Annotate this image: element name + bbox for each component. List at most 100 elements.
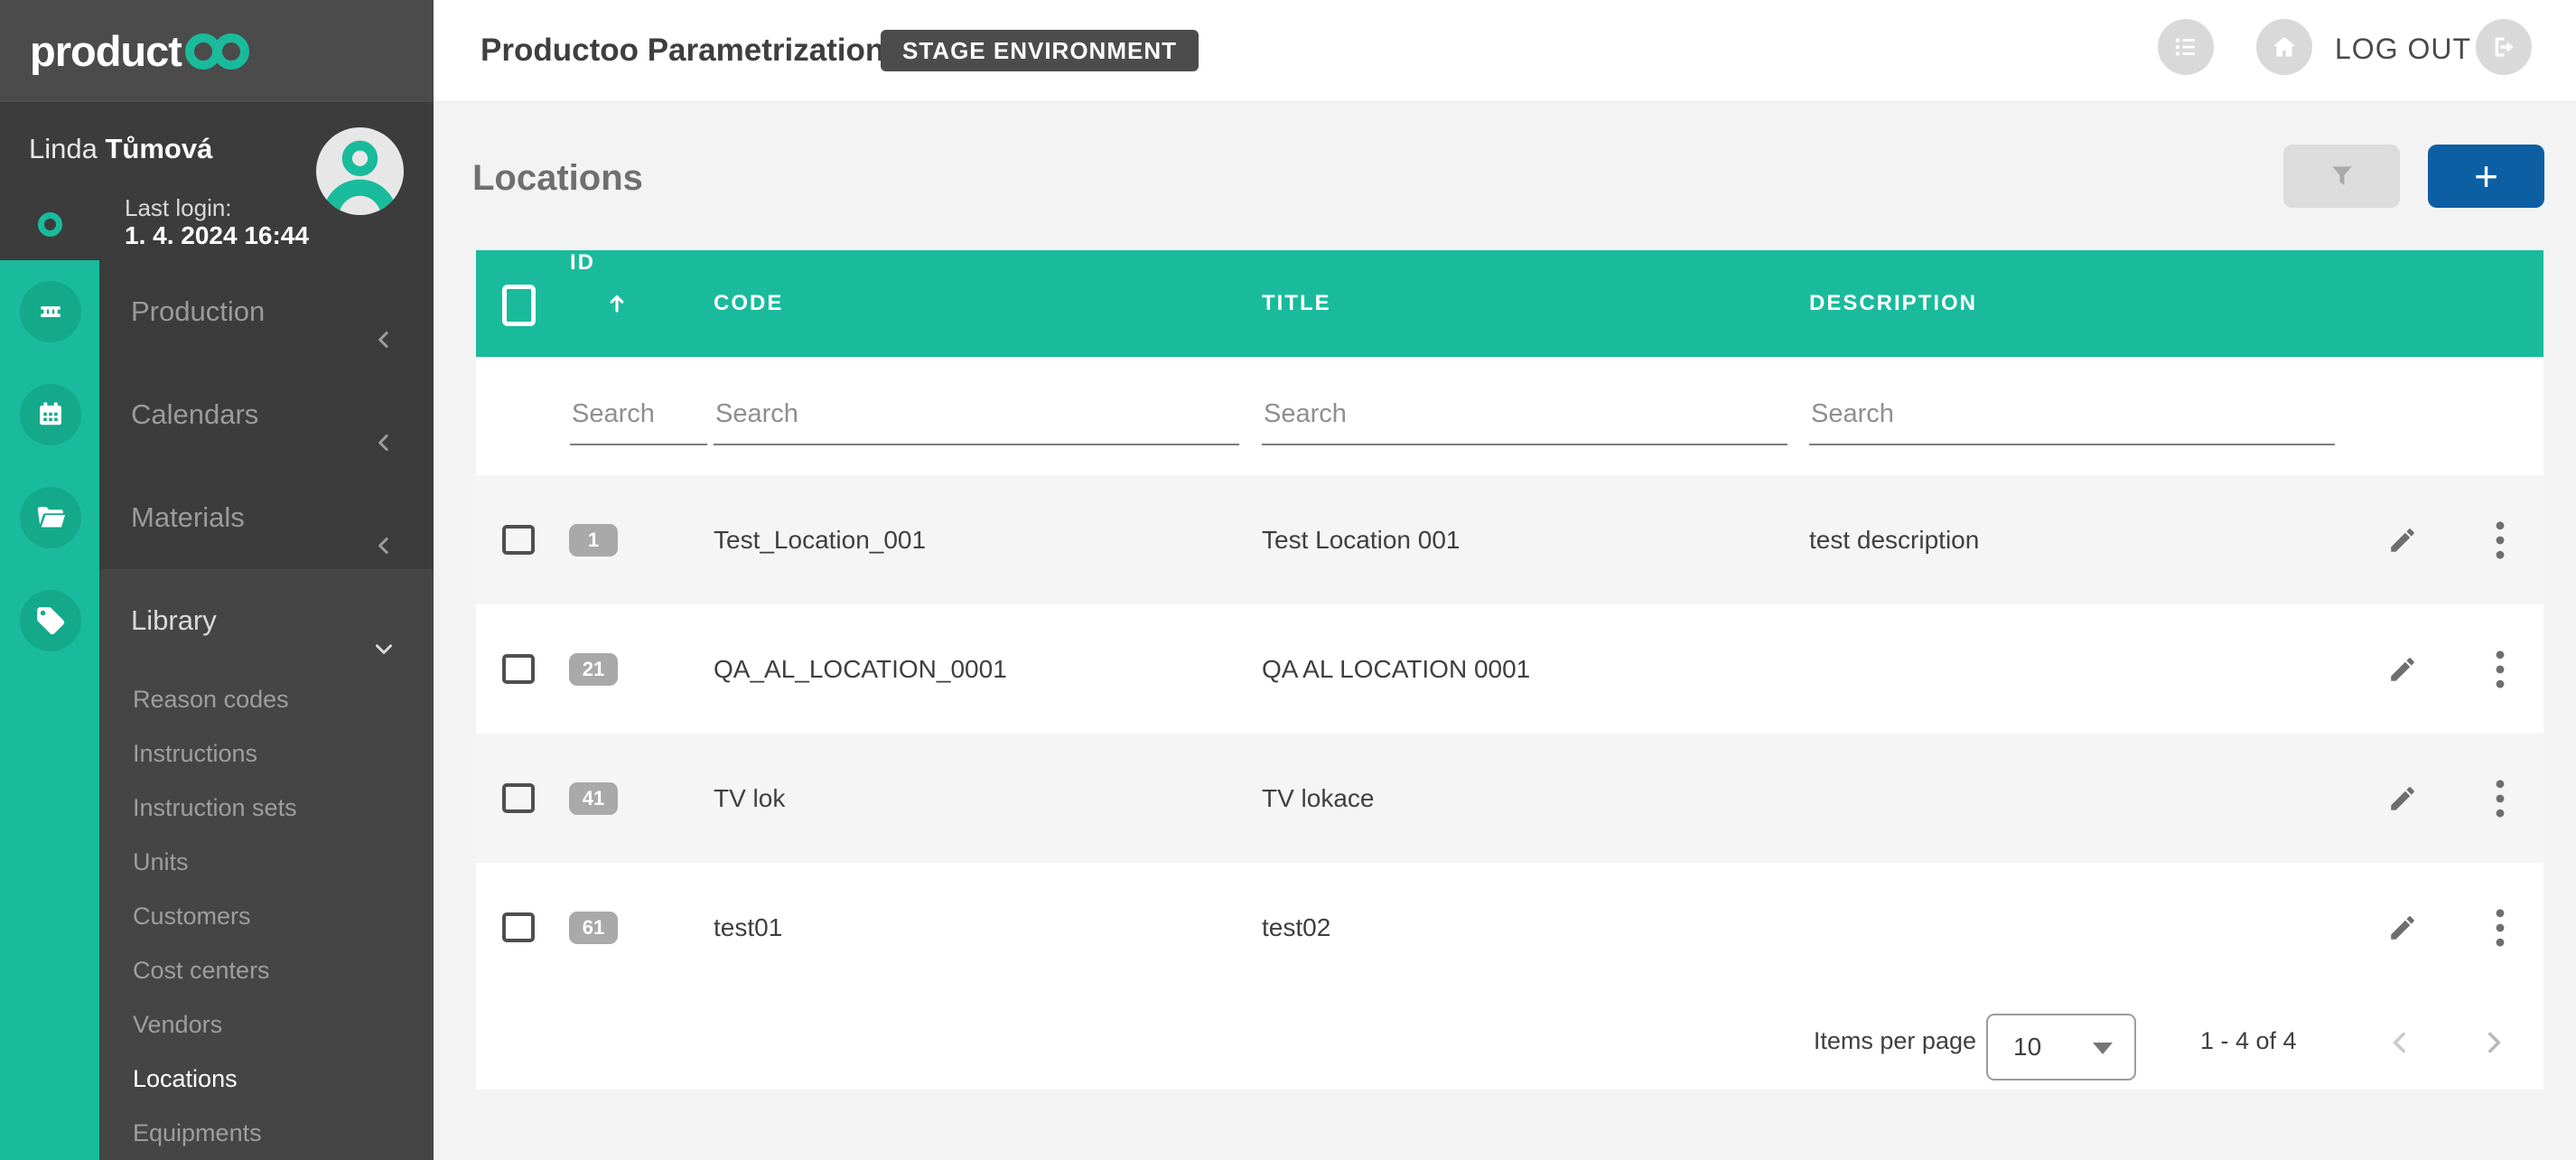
next-page-button[interactable] <box>2473 1023 2513 1062</box>
infinity-oo-icon <box>185 33 249 70</box>
select-all-checkbox[interactable] <box>502 285 536 326</box>
funnel-icon <box>2327 161 2357 192</box>
kebab-menu-icon <box>2495 520 2506 560</box>
column-header-title[interactable]: TITLE <box>1262 250 1331 357</box>
sidebar-item-label: Materials <box>131 466 245 569</box>
row-menu-button[interactable] <box>2473 475 2527 604</box>
cell-title: test02 <box>1262 863 1330 992</box>
id-badge: 21 <box>569 653 618 686</box>
search-input-description[interactable] <box>1809 389 2335 445</box>
previous-page-button[interactable] <box>2381 1023 2421 1062</box>
cell-code: QA_AL_LOCATION_0001 <box>714 604 1007 734</box>
sidebar-item-units[interactable]: Units <box>99 835 434 889</box>
search-input-code[interactable] <box>714 389 1239 445</box>
cell-code: TV lok <box>714 734 785 863</box>
sidebar-item-materials[interactable]: Materials <box>99 466 434 569</box>
edit-button[interactable] <box>2375 734 2430 863</box>
folder-open-icon[interactable] <box>20 487 81 548</box>
sidebar-item-vendors[interactable]: Vendors <box>99 997 434 1052</box>
production-icon[interactable] <box>20 281 81 342</box>
sidebar-item-customers[interactable]: Customers <box>99 889 434 943</box>
chevron-right-icon <box>2476 1025 2510 1060</box>
column-header-description[interactable]: DESCRIPTION <box>1809 250 1977 357</box>
page-range-label: 1 - 4 of 4 <box>2200 992 2297 1090</box>
sidebar-item-reason-codes[interactable]: Reason codes <box>99 672 434 726</box>
sidebar-item-locations[interactable]: Locations <box>99 1052 434 1106</box>
row-menu-button[interactable] <box>2473 604 2527 734</box>
pencil-icon <box>2387 525 2418 556</box>
column-header-code[interactable]: CODE <box>714 250 783 357</box>
row-checkbox[interactable] <box>502 525 535 555</box>
sidebar-item-instructions[interactable]: Instructions <box>99 726 434 781</box>
user-name: Linda Tůmová <box>29 133 212 165</box>
kebab-menu-icon <box>2495 779 2506 819</box>
sidebar-item-production[interactable]: Production <box>99 260 434 363</box>
table-row: 1 Test_Location_001 Test Location 001 te… <box>476 475 2543 604</box>
tag-icon[interactable] <box>20 590 81 651</box>
cell-title: QA AL LOCATION 0001 <box>1262 604 1530 734</box>
last-login-value: 1. 4. 2024 16:44 <box>125 221 309 250</box>
sidebar-item-cost-centers[interactable]: Cost centers <box>99 943 434 997</box>
filter-button[interactable] <box>2283 145 2400 208</box>
edit-button[interactable] <box>2375 604 2430 734</box>
home-icon <box>2269 32 2300 62</box>
list-icon <box>2170 32 2201 62</box>
page-size-select[interactable]: 10 <box>1986 1014 2136 1080</box>
cell-title: Test Location 001 <box>1262 475 1461 604</box>
locations-table: ID CODE TITLE DESCRIPTION 1 Test_Locatio… <box>476 250 2543 1090</box>
pencil-icon <box>2387 783 2418 814</box>
pencil-icon <box>2387 654 2418 685</box>
avatar[interactable] <box>316 127 404 215</box>
table-row: 61 test01 test02 <box>476 863 2543 992</box>
table-row: 21 QA_AL_LOCATION_0001 QA AL LOCATION 00… <box>476 604 2543 734</box>
edit-button[interactable] <box>2375 475 2430 604</box>
logout-icon <box>2488 32 2519 62</box>
logout-button[interactable] <box>2476 19 2532 75</box>
home-button[interactable] <box>2256 19 2312 75</box>
environment-badge: STAGE ENVIRONMENT <box>881 30 1199 71</box>
table-row: 41 TV lok TV lokace <box>476 734 2543 863</box>
chevron-left-icon <box>2384 1025 2418 1060</box>
caret-down-icon <box>2093 1043 2113 1054</box>
table-search-row <box>476 357 2543 475</box>
person-icon <box>316 127 404 215</box>
id-badge: 1 <box>569 524 618 557</box>
items-per-page-label: Items per page <box>1769 992 1976 1090</box>
row-menu-button[interactable] <box>2473 863 2527 992</box>
row-checkbox[interactable] <box>502 654 535 684</box>
search-input-id[interactable] <box>570 389 707 445</box>
logo-text: product <box>30 26 182 76</box>
sidebar-item-calendars[interactable]: Calendars <box>99 363 434 466</box>
kebab-menu-icon <box>2495 908 2506 948</box>
last-login-label: Last login: <box>125 194 232 222</box>
edit-button[interactable] <box>2375 863 2430 992</box>
id-badge: 61 <box>569 912 618 944</box>
logout-label[interactable]: LOG OUT <box>2335 33 2471 66</box>
page-title: Locations <box>472 158 643 199</box>
pencil-icon <box>2387 912 2418 943</box>
sidebar-item-label: Library <box>131 569 217 672</box>
logo[interactable]: product <box>0 0 434 102</box>
calendar-icon[interactable] <box>20 384 81 445</box>
sidebar: product Linda Tůmová Last login: 1. 4. 2… <box>0 0 434 1160</box>
sort-ascending-icon <box>604 291 630 316</box>
row-checkbox[interactable] <box>502 783 535 813</box>
app-title: Productoo Parametrization <box>481 33 884 69</box>
list-menu-button[interactable] <box>2158 19 2214 75</box>
page-size-value: 10 <box>2013 1015 2041 1079</box>
cell-description: test description <box>1809 475 1979 604</box>
row-checkbox[interactable] <box>502 912 535 942</box>
cell-code: Test_Location_001 <box>714 475 926 604</box>
table-header: ID CODE TITLE DESCRIPTION <box>476 250 2543 357</box>
cell-title: TV lokace <box>1262 734 1375 863</box>
column-header-id[interactable]: ID <box>570 250 630 357</box>
add-location-button[interactable]: + <box>2428 145 2544 208</box>
search-input-title[interactable] <box>1262 389 1787 445</box>
online-status-icon <box>38 212 62 237</box>
cell-code: test01 <box>714 863 782 992</box>
table-paginator: Items per page 10 1 - 4 of 4 <box>476 992 2543 1090</box>
row-menu-button[interactable] <box>2473 734 2527 863</box>
sidebar-item-instruction-sets[interactable]: Instruction sets <box>99 781 434 835</box>
sidebar-item-equipments[interactable]: Equipments <box>99 1106 434 1160</box>
sidebar-item-library[interactable]: Library <box>99 569 434 672</box>
